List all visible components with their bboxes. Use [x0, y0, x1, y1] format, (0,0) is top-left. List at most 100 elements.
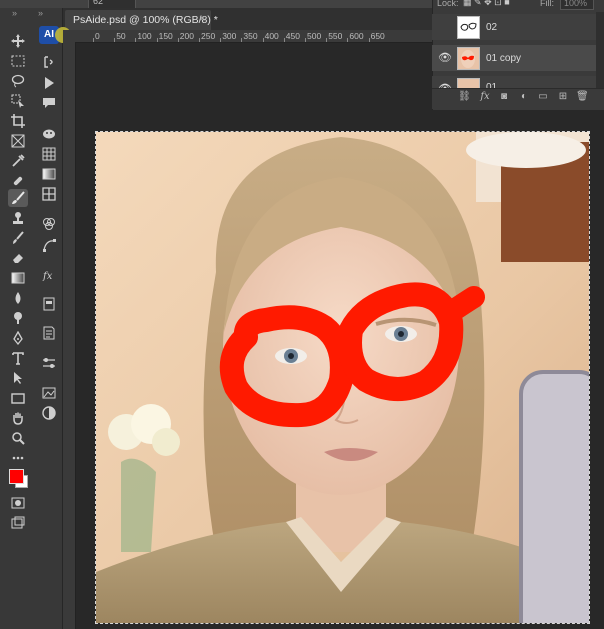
shelf-object	[466, 132, 586, 168]
layer-row[interactable]: 👁 01 copy	[432, 45, 596, 71]
ruler-tick-mark	[283, 38, 285, 42]
link-layers-icon[interactable]: ⛓	[458, 91, 471, 103]
flower	[152, 428, 180, 456]
ruler-tick-mark	[262, 38, 264, 42]
ruler-tick-label: 0	[95, 31, 100, 41]
frame-tool-icon[interactable]	[8, 132, 28, 150]
eyedropper-tool-icon[interactable]	[8, 152, 28, 170]
info-panel-icon[interactable]	[39, 404, 59, 422]
quick-mask-icon[interactable]	[8, 494, 28, 512]
gradients-panel-icon[interactable]	[39, 165, 59, 183]
swatches-panel-icon[interactable]	[39, 145, 59, 163]
fill-input[interactable]: 100%	[560, 0, 594, 10]
ruler-tick-label: 100	[137, 31, 152, 41]
ruler-tick-mark	[93, 38, 94, 42]
comments-panel-icon[interactable]	[39, 94, 59, 112]
ruler-tick-mark	[305, 38, 306, 42]
blur-tool-icon[interactable]	[8, 289, 28, 307]
ruler-tick-mark	[347, 38, 349, 42]
ruler-tick-mark	[199, 38, 200, 42]
fx-icon[interactable]: fx	[479, 91, 491, 103]
lock-position-icon[interactable]: ✥	[484, 0, 492, 7]
layers-scrollbar[interactable]	[596, 12, 604, 88]
layer-row[interactable]: 02	[432, 14, 596, 40]
lock-paint-icon[interactable]: ✎	[474, 0, 482, 7]
foreground-color-swatch[interactable]	[9, 469, 24, 484]
lock-label: Lock:	[437, 0, 459, 8]
ruler-tick-mark	[220, 38, 222, 42]
add-mask-icon[interactable]: ◙	[498, 91, 510, 103]
new-layer-icon[interactable]: ⊞	[557, 91, 569, 103]
layer-name: 02	[486, 22, 498, 33]
adjustments-panel-icon[interactable]	[39, 354, 59, 372]
ruler-tick-label: 500	[307, 31, 322, 41]
eraser-tool-icon[interactable]	[8, 249, 28, 267]
lock-artboard-icon[interactable]: ⊡	[494, 0, 502, 7]
ruler-tick-label: 200	[179, 31, 194, 41]
ruler-tick-label: 300	[222, 31, 237, 41]
zoom-tool-icon[interactable]	[8, 429, 28, 447]
layer-thumbnail	[457, 47, 480, 70]
object-select-tool-icon[interactable]	[8, 92, 28, 110]
collapse-panels-button[interactable]: »	[38, 8, 43, 18]
properties-panel-icon[interactable]	[39, 324, 59, 342]
ruler-tick-label: 450	[285, 31, 300, 41]
ruler-tick-label: 50	[116, 31, 126, 41]
ruler-tick-label: 400	[264, 31, 279, 41]
clone-stamp-icon[interactable]	[8, 209, 28, 227]
vase	[121, 458, 156, 552]
lock-all-icon[interactable]: ■	[504, 0, 509, 7]
channels-panel-icon[interactable]	[39, 215, 59, 233]
screen-mode-icon[interactable]	[8, 514, 28, 532]
type-tool-icon[interactable]	[8, 349, 28, 367]
hand-tool-icon[interactable]	[8, 409, 28, 427]
ruler-tick-mark	[241, 38, 243, 42]
brush-tool-icon[interactable]	[8, 189, 28, 207]
delete-layer-icon[interactable]: 🗑	[576, 91, 589, 103]
more-tools-icon[interactable]	[8, 449, 28, 467]
collapse-toolbar-button[interactable]: »	[12, 8, 17, 18]
layer-name: 01 copy	[486, 53, 522, 64]
new-group-icon[interactable]: ▭	[537, 91, 549, 103]
paths-panel-icon[interactable]	[39, 236, 59, 254]
navigator-panel-icon[interactable]	[39, 384, 59, 402]
gradient-tool-icon[interactable]	[8, 269, 28, 287]
color-panel-icon[interactable]	[39, 124, 59, 142]
ruler-tick-label: 600	[349, 31, 364, 41]
document-tab-title: PsAide.psd @ 100% (RGB/8) *	[73, 14, 218, 26]
layer-thumbnail	[457, 16, 480, 39]
pen-tool-icon[interactable]	[8, 329, 28, 347]
ruler-tick-mark	[156, 38, 158, 42]
ruler-tick-label: 250	[201, 31, 216, 41]
visibility-eye-icon[interactable]: 👁	[438, 51, 452, 64]
history-panel-icon[interactable]	[39, 53, 59, 71]
lock-icons[interactable]: ▦ ✎ ✥ ⊡ ■	[463, 0, 510, 8]
styles-panel-icon[interactable]: fx	[39, 266, 59, 284]
move-tool-icon[interactable]	[8, 32, 28, 50]
ruler-tick-mark	[177, 38, 179, 42]
lock-transparent-icon[interactable]: ▦	[463, 0, 472, 7]
layer-row[interactable]: 👁 01	[432, 76, 596, 88]
fill-label: Fill:	[540, 0, 554, 8]
rectangle-tool-icon[interactable]	[8, 389, 28, 407]
lasso-tool-icon[interactable]	[8, 72, 28, 90]
crop-tool-icon[interactable]	[8, 112, 28, 130]
ruler-tick-label: 550	[328, 31, 343, 41]
libraries-panel-icon[interactable]	[39, 295, 59, 313]
marquee-tool-icon[interactable]	[8, 52, 28, 70]
mirror	[519, 370, 589, 623]
path-select-icon[interactable]	[8, 369, 28, 387]
canvas-image	[96, 132, 589, 623]
document-canvas[interactable]	[95, 131, 590, 624]
dodge-tool-icon[interactable]	[8, 309, 28, 327]
ruler-tick-mark	[135, 38, 137, 42]
patterns-panel-icon[interactable]	[39, 185, 59, 203]
close-tab-button[interactable]: ×	[199, 13, 205, 25]
history-brush-icon[interactable]	[8, 229, 28, 247]
adjustment-layer-icon[interactable]: ◐	[518, 91, 530, 103]
ruler-tick-label: 350	[243, 31, 258, 41]
svg-text:fx: fx	[42, 271, 53, 282]
actions-panel-icon[interactable]	[39, 74, 59, 92]
healing-brush-icon[interactable]	[8, 172, 28, 190]
vertical-ruler	[63, 42, 76, 629]
